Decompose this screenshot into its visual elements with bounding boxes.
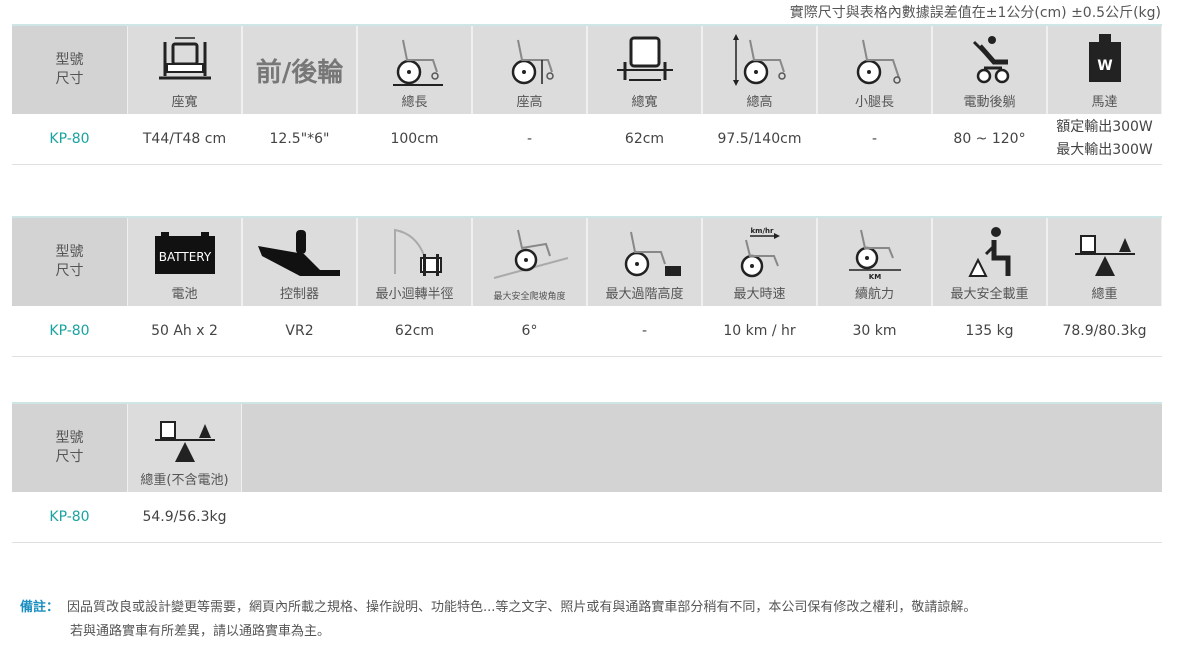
spec-header-row: 型號 尺寸 座寬 前/後輪 總長 座高 總寬 總高 小腿長 電動後躺 W 馬達	[12, 24, 1162, 114]
battery-value: 50 Ah x 2	[151, 323, 218, 339]
spec-data-row: KP-80 54.9/56.3kg	[12, 492, 1162, 543]
seat-height-value: -	[526, 131, 533, 147]
turning-radius-header: 最小迴轉半徑	[357, 218, 472, 306]
wheelchair-height-icon	[732, 34, 786, 86]
power-recline-header: 電動後躺	[932, 26, 1047, 114]
step-height-icon	[624, 231, 681, 277]
front-rear-wheel-value: 12.5"*6"	[269, 131, 330, 147]
svg-text:W: W	[1097, 58, 1112, 74]
spec-data-row: KP-80 50 Ah x 2 VR2 62cm 6° - 10 km / hr…	[12, 306, 1162, 357]
total-length-value: 100cm	[390, 131, 439, 147]
footnote-line-2: 若與通路實車有所差異，請以通路實車為主。	[70, 624, 331, 639]
controller-header: 控制器	[242, 218, 357, 306]
range-header: KM 續航力	[817, 218, 932, 306]
footnote-line-1: 因品質改良或設計變更等需要，網頁內所載之規格、操作說明、功能特色...等之文字、…	[67, 600, 977, 615]
total-height-header: 總高	[702, 26, 817, 114]
spec-header-row: 型號 尺寸 總重(不含電池)	[12, 402, 1162, 492]
model-size-header: 型號 尺寸	[55, 430, 84, 465]
model-name: KP-80	[49, 509, 90, 525]
max-load-header: 最大安全載重	[932, 218, 1047, 306]
weight-without-battery-value: 54.9/56.3kg	[142, 509, 227, 525]
total-width-value: 62cm	[624, 131, 665, 147]
power-recline-icon	[972, 36, 1009, 84]
motor-icon: W	[1088, 34, 1121, 82]
model-name: KP-80	[49, 323, 90, 339]
spec-table-2: 型號 尺寸 BATTERY 電池 控制器 最小迴轉半徑 最大安全爬坡角度 最大過階…	[12, 216, 1162, 357]
tolerance-note: 實際尺寸與表格內數據誤差值在±1公分(cm) ±0.5公斤(kg)	[789, 5, 1161, 21]
spec-data-row: KP-80 T44/T48 cm 12.5"*6" 100cm - 62cm 9…	[12, 114, 1162, 165]
seat-width-icon	[158, 37, 211, 80]
svg-text:km/hr: km/hr	[750, 227, 773, 235]
footnote: 備註： 因品質改良或設計變更等需要，網頁內所載之規格、操作說明、功能特色...等之…	[20, 596, 976, 644]
svg-text:BATTERY: BATTERY	[158, 250, 211, 264]
svg-text:KM: KM	[868, 273, 880, 280]
wheelchair-calf-icon	[856, 39, 901, 85]
seat-width-header: 座寬	[127, 26, 242, 114]
total-weight-icon	[1074, 235, 1135, 276]
max-speed-value: 10 km / hr	[723, 323, 796, 339]
front-rear-wheel-header: 前/後輪	[242, 26, 357, 114]
controller-value: VR2	[285, 323, 314, 339]
weight-without-battery-header: 總重(不含電池)	[127, 404, 242, 492]
climb-angle-header: 最大安全爬坡角度	[472, 218, 587, 306]
turning-radius-icon	[393, 228, 442, 276]
power-recline-value: 80 ~ 120°	[953, 131, 1026, 147]
total-weight-value: 78.9/80.3kg	[1062, 323, 1147, 339]
wheelchair-seat-height-icon	[511, 39, 554, 85]
range-icon: KM	[848, 229, 901, 280]
calf-length-value: -	[871, 131, 878, 147]
seat-width-value: T44/T48 cm	[142, 131, 227, 147]
spec-header-row: 型號 尺寸 BATTERY 電池 控制器 最小迴轉半徑 最大安全爬坡角度 最大過階…	[12, 216, 1162, 306]
model-size-header: 型號 尺寸	[55, 244, 84, 279]
controller-icon	[257, 230, 340, 276]
step-height-header: 最大過階高度	[587, 218, 702, 306]
max-speed-header: km/hr 最大時速	[702, 218, 817, 306]
total-weight-header: 總重	[1047, 218, 1162, 306]
climb-angle-value: 6°	[521, 323, 538, 339]
turning-radius-value: 62cm	[394, 323, 435, 339]
total-length-header: 總長	[357, 26, 472, 114]
total-height-value: 97.5/140cm	[717, 131, 802, 147]
model-name: KP-80	[49, 131, 90, 147]
max-load-value: 135 kg	[965, 323, 1014, 339]
footnote-tag: 備註：	[20, 600, 60, 615]
max-speed-icon: km/hr	[740, 227, 780, 278]
battery-header: BATTERY 電池	[127, 218, 242, 306]
battery-icon: BATTERY	[154, 232, 215, 274]
motor-value: 額定輸出300W 最大輸出300W	[1056, 119, 1153, 158]
step-height-value: -	[641, 323, 648, 339]
wheelchair-length-icon	[392, 39, 443, 86]
motor-header: W 馬達	[1047, 26, 1162, 114]
climb-angle-icon	[493, 229, 568, 279]
total-weight-icon	[154, 421, 215, 462]
range-value: 30 km	[852, 323, 897, 339]
calf-length-header: 小腿長	[817, 26, 932, 114]
spec-table-1: 型號 尺寸 座寬 前/後輪 總長 座高 總寬 總高 小腿長 電動後躺 W 馬達 …	[12, 24, 1162, 165]
max-load-icon	[967, 227, 1010, 277]
total-width-header: 總寬	[587, 26, 702, 114]
model-size-header: 型號 尺寸	[55, 52, 84, 87]
seat-total-width-icon	[616, 36, 673, 81]
spec-table-3: 型號 尺寸 總重(不含電池) KP-80 54.9/56.3kg	[12, 402, 1162, 543]
seat-height-header: 座高	[472, 26, 587, 114]
